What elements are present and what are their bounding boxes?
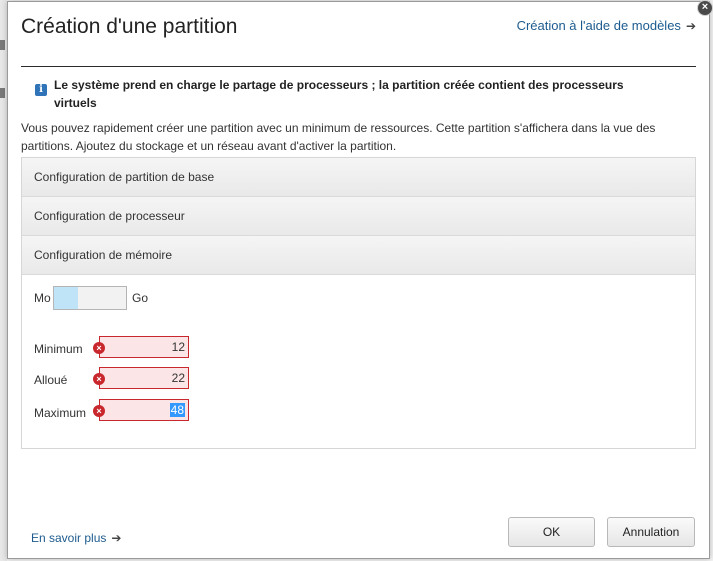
create-partition-dialog: Création d'une partition Création à l'ai… [7, 1, 710, 559]
info-icon: i [35, 84, 47, 96]
dialog-description: Vous pouvez rapidement créer une partiti… [21, 121, 656, 153]
allocated-error-icon: × [93, 373, 105, 385]
arrow-right-icon: ➔ [111, 531, 122, 545]
memory-config-panel: Mo Go Minimum 12 × Alloué 22 × Maximum 4… [22, 275, 695, 448]
learn-more-label: En savoir plus [31, 531, 107, 545]
create-from-template-label: Création à l'aide de modèles [516, 18, 681, 33]
section-processor-config[interactable]: Configuration de processeur [22, 197, 695, 236]
minimum-label: Minimum [34, 342, 83, 356]
section-memory-config[interactable]: Configuration de mémoire [22, 236, 695, 275]
unit-gb-label: Go [132, 291, 149, 305]
background-fragment [0, 88, 5, 98]
minimum-error-icon: × [93, 342, 105, 354]
maximum-value-selected: 48 [169, 403, 185, 417]
learn-more-link[interactable]: En savoir plus ➔ [31, 531, 121, 545]
minimum-field[interactable]: 12 [99, 336, 189, 358]
allocated-field[interactable]: 22 [99, 367, 189, 389]
create-from-template-link[interactable]: Création à l'aide de modèles ➔ [517, 18, 696, 33]
background-fragment [0, 40, 5, 50]
maximum-label: Maximum [34, 406, 87, 420]
arrow-right-icon: ➔ [685, 19, 696, 33]
toggle-knob [54, 287, 78, 309]
background-edge [0, 0, 7, 561]
cancel-button[interactable]: Annulation [607, 517, 695, 547]
memory-unit-toggle[interactable] [53, 286, 127, 310]
section-basic-partition-config[interactable]: Configuration de partition de base [22, 158, 695, 197]
ok-button[interactable]: OK [508, 517, 595, 547]
configuration-accordion: Configuration de partition de base Confi… [21, 157, 696, 449]
maximum-error-icon: × [93, 405, 105, 417]
dialog-title: Création d'une partition [21, 15, 238, 38]
close-icon[interactable]: × [697, 0, 713, 16]
info-message: Le système prend en charge le partage de… [54, 78, 624, 110]
allocated-label: Alloué [34, 373, 68, 387]
title-divider [21, 66, 696, 67]
maximum-field[interactable]: 48 [99, 399, 189, 421]
unit-mb-label: Mo [34, 291, 51, 305]
